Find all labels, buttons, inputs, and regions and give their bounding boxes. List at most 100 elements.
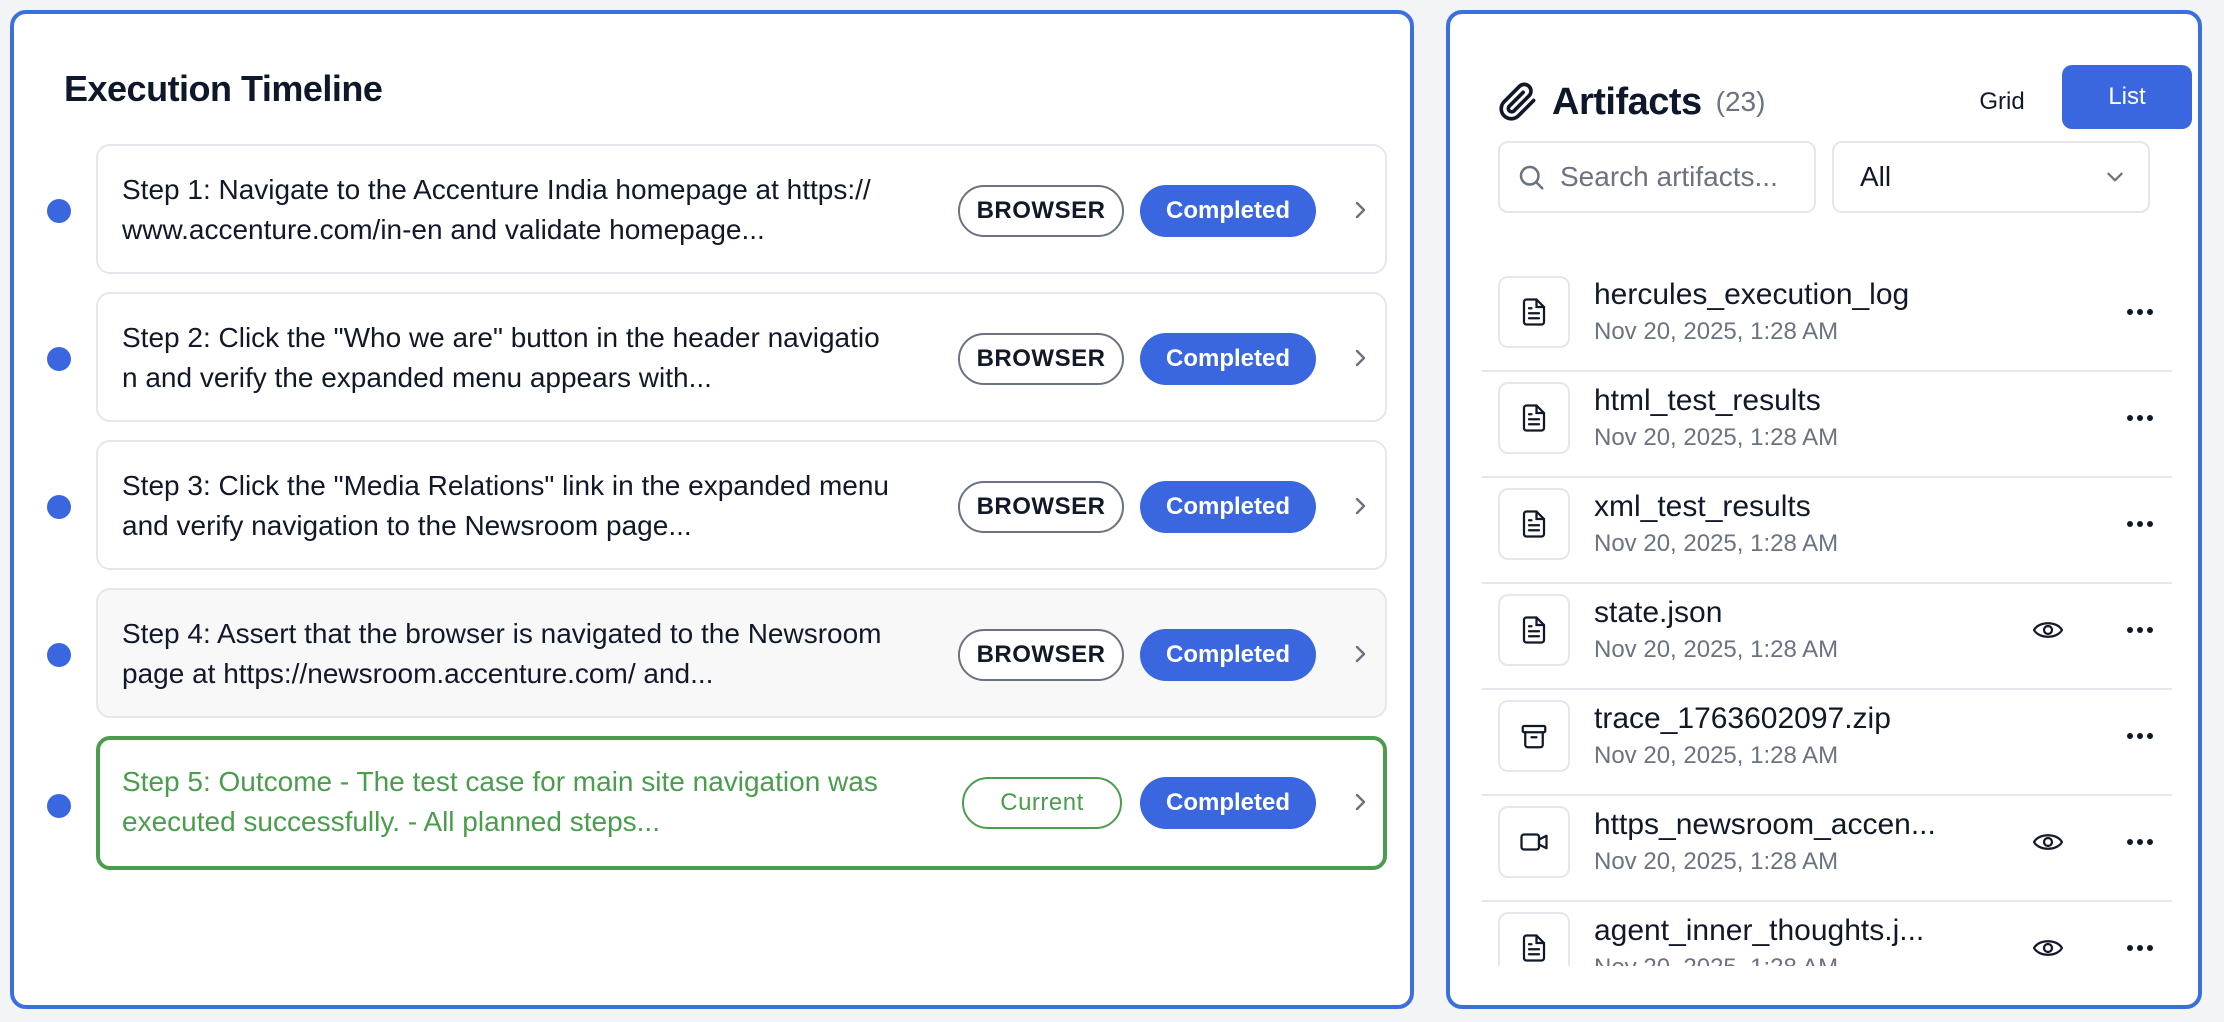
step-card-3[interactable]: Step 3: Click the "Media Relations" link… (96, 440, 1387, 570)
artifact-type-filter[interactable]: All (1832, 141, 2150, 213)
more-horizontal-icon[interactable] (2122, 828, 2158, 861)
paperclip-icon (1498, 82, 1538, 122)
artifact-date: Nov 20, 2025, 1:28 AM (1594, 530, 1839, 557)
current-step-badge: Current (962, 777, 1122, 829)
step-description-line: n and verify the expanded menu appears w… (122, 362, 712, 393)
file-text-icon (1498, 594, 1570, 666)
artifact-row[interactable]: html_test_results Nov 20, 2025, 1:28 AM (1482, 372, 2172, 478)
step-description-line: and verify navigation to the Newsroom pa… (122, 510, 692, 541)
file-text-icon (1498, 912, 1570, 966)
step-status-badge: Completed (1140, 629, 1316, 681)
chevron-right-icon[interactable] (1344, 342, 1376, 374)
artifact-row[interactable]: https_newsroom_accen... Nov 20, 2025, 1:… (1482, 796, 2172, 902)
timeline-steps: Step 1: Navigate to the Accenture India … (14, 144, 1410, 884)
step-description-line: executed successfully. - All planned ste… (122, 806, 660, 837)
artifact-row[interactable]: agent_inner_thoughts.j... Nov 20, 2025, … (1482, 902, 2172, 966)
step-description-line: Step 5: Outcome - The test case for main… (122, 766, 878, 797)
artifact-row[interactable]: xml_test_results Nov 20, 2025, 1:28 AM (1482, 478, 2172, 584)
artifacts-panel: Artifacts (23) Grid List All hercules_ex… (1446, 10, 2202, 1009)
artifact-date: Nov 20, 2025, 1:28 AM (1594, 848, 1839, 875)
step-status-badge: Completed (1140, 185, 1316, 237)
artifact-name: state.json (1594, 596, 1723, 629)
artifact-name: https_newsroom_accen... (1594, 808, 1936, 841)
artifact-date: Nov 20, 2025, 1:28 AM (1594, 954, 1838, 966)
step-card-5-current[interactable]: Step 5: Outcome - The test case for main… (96, 736, 1387, 870)
list-view-button[interactable]: List (2062, 65, 2192, 129)
artifact-date: Nov 20, 2025, 1:28 AM (1594, 424, 1839, 451)
step-type-badge: BROWSER (958, 481, 1124, 533)
artifact-row[interactable]: trace_1763602097.zip Nov 20, 2025, 1:28 … (1482, 690, 2172, 796)
timeline-step-row: Step 4: Assert that the browser is navig… (14, 588, 1410, 736)
eye-icon[interactable] (2032, 934, 2064, 966)
search-input[interactable] (1560, 161, 1790, 193)
execution-timeline-panel: Execution Timeline Step 1: Navigate to t… (10, 10, 1414, 1009)
artifact-name: hercules_execution_log (1594, 278, 1910, 311)
artifact-date: Nov 20, 2025, 1:28 AM (1594, 742, 1839, 769)
artifacts-header: Artifacts (23) (1498, 74, 1765, 130)
artifact-row[interactable]: state.json Nov 20, 2025, 1:28 AM (1482, 584, 2172, 690)
more-horizontal-icon[interactable] (2122, 616, 2158, 649)
step-type-badge: BROWSER (958, 333, 1124, 385)
step-description-line: page at https://newsroom.accenture.com/ … (122, 658, 714, 689)
step-description: Step 5: Outcome - The test case for main… (122, 762, 922, 842)
file-text-icon (1498, 382, 1570, 454)
timeline-step-row: Step 3: Click the "Media Relations" link… (14, 440, 1410, 588)
more-horizontal-icon[interactable] (2122, 510, 2158, 543)
step-description-line: Step 4: Assert that the browser is navig… (122, 618, 882, 649)
artifacts-title: Artifacts (1552, 80, 1702, 123)
chevron-down-icon (2107, 172, 2123, 182)
step-status-badge: Completed (1140, 777, 1316, 829)
step-description: Step 4: Assert that the browser is navig… (122, 614, 922, 694)
artifact-date: Nov 20, 2025, 1:28 AM (1594, 318, 1839, 345)
step-indicator-dot (47, 794, 71, 818)
artifact-list[interactable]: hercules_execution_log Nov 20, 2025, 1:2… (1482, 266, 2172, 966)
artifact-name: agent_inner_thoughts.j... (1594, 914, 1925, 947)
search-icon (1519, 165, 1544, 190)
artifact-search[interactable] (1498, 141, 1816, 213)
grid-view-button[interactable]: Grid (1952, 70, 2052, 134)
file-text-icon (1498, 488, 1570, 560)
chevron-right-icon[interactable] (1344, 194, 1376, 226)
timeline-title: Execution Timeline (64, 68, 383, 109)
artifact-name: html_test_results (1594, 384, 1821, 417)
step-card-1[interactable]: Step 1: Navigate to the Accenture India … (96, 144, 1387, 274)
step-type-badge: BROWSER (958, 629, 1124, 681)
step-description: Step 3: Click the "Media Relations" link… (122, 466, 922, 546)
artifact-row[interactable]: hercules_execution_log Nov 20, 2025, 1:2… (1482, 266, 2172, 372)
step-indicator-dot (47, 347, 71, 371)
step-description: Step 1: Navigate to the Accenture India … (122, 170, 922, 250)
video-icon (1498, 806, 1570, 878)
step-indicator-dot (47, 199, 71, 223)
filter-selected-value: All (1860, 161, 1892, 192)
chevron-right-icon[interactable] (1344, 490, 1376, 522)
chevron-right-icon[interactable] (1344, 638, 1376, 670)
more-horizontal-icon[interactable] (2122, 298, 2158, 331)
timeline-step-row: Step 5: Outcome - The test case for main… (14, 736, 1410, 884)
eye-icon[interactable] (2032, 616, 2064, 649)
timeline-step-row: Step 2: Click the "Who we are" button in… (14, 292, 1410, 440)
more-horizontal-icon[interactable] (2122, 934, 2158, 966)
step-description-line: Step 1: Navigate to the Accenture India … (122, 174, 871, 205)
file-text-icon (1498, 276, 1570, 348)
step-type-badge: BROWSER (958, 185, 1124, 237)
step-description-line: Step 3: Click the "Media Relations" link… (122, 470, 889, 501)
step-status-badge: Completed (1140, 481, 1316, 533)
eye-icon[interactable] (2032, 828, 2064, 861)
artifact-name: trace_1763602097.zip (1594, 702, 1891, 735)
step-card-4[interactable]: Step 4: Assert that the browser is navig… (96, 588, 1387, 718)
chevron-right-icon[interactable] (1344, 786, 1376, 818)
step-status-badge: Completed (1140, 333, 1316, 385)
archive-icon (1498, 700, 1570, 772)
more-horizontal-icon[interactable] (2122, 404, 2158, 437)
step-indicator-dot (47, 643, 71, 667)
step-indicator-dot (47, 495, 71, 519)
step-card-2[interactable]: Step 2: Click the "Who we are" button in… (96, 292, 1387, 422)
step-description-line: www.accenture.com/in-en and validate hom… (122, 214, 765, 245)
step-description: Step 2: Click the "Who we are" button in… (122, 318, 922, 398)
artifact-name: xml_test_results (1594, 490, 1811, 523)
timeline-step-row: Step 1: Navigate to the Accenture India … (14, 144, 1410, 292)
artifact-date: Nov 20, 2025, 1:28 AM (1594, 636, 1839, 663)
step-description-line: Step 2: Click the "Who we are" button in… (122, 322, 880, 353)
artifacts-count: (23) (1715, 86, 1766, 117)
more-horizontal-icon[interactable] (2122, 722, 2158, 755)
